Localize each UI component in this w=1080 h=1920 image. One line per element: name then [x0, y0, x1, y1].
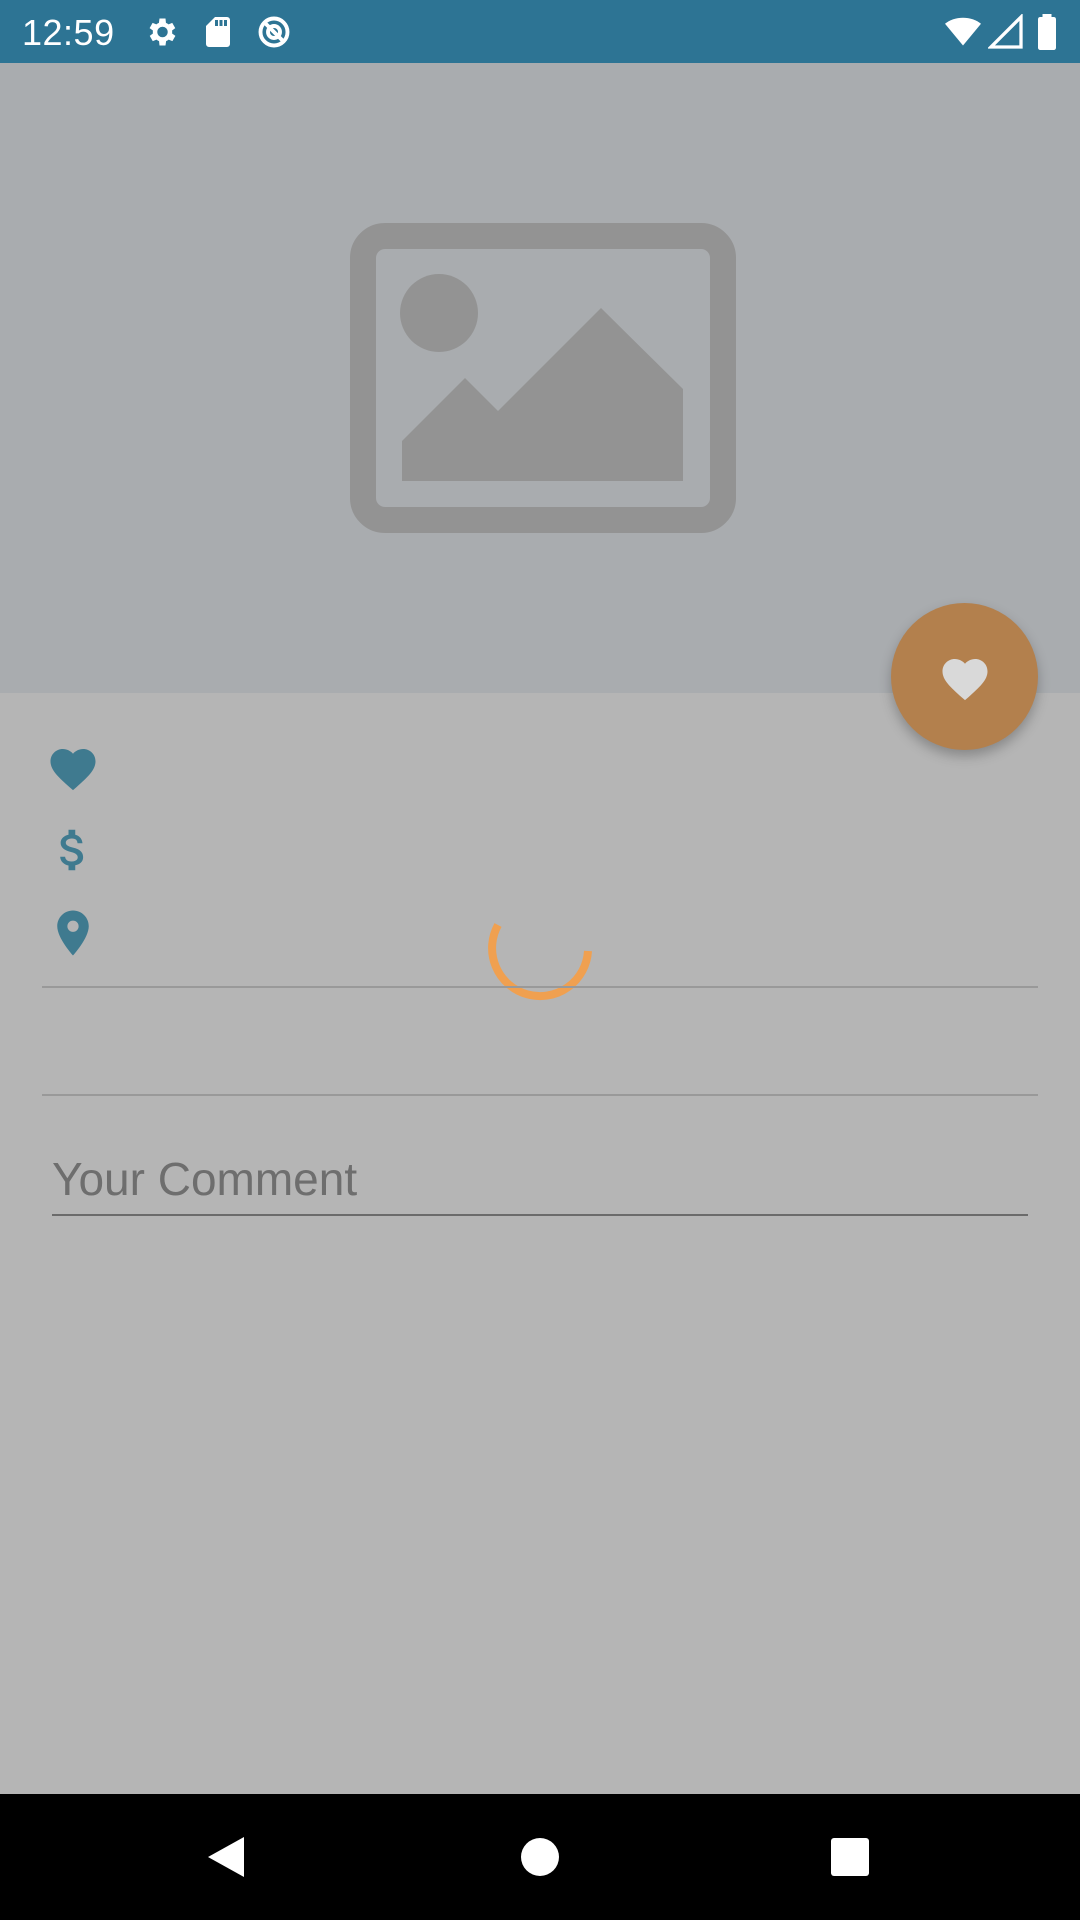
divider	[42, 986, 1038, 988]
navigation-bar	[0, 1794, 1080, 1920]
comment-input[interactable]: Your Comment	[52, 1140, 1028, 1216]
location-pin-icon	[57, 910, 89, 956]
battery-icon	[1038, 14, 1056, 50]
recents-icon[interactable]	[820, 1827, 880, 1887]
heart-icon	[942, 658, 987, 700]
comment-placeholder: Your Comment	[52, 1153, 358, 1205]
image-placeholder-icon	[350, 223, 736, 533]
back-icon[interactable]	[196, 1827, 256, 1887]
favorite-fab-button[interactable]	[891, 603, 1038, 750]
sd-card-icon	[206, 17, 230, 47]
dollar-icon	[60, 829, 84, 871]
data-saver-icon	[258, 16, 290, 48]
status-bar: 12:59	[0, 0, 1080, 63]
wifi-icon	[945, 17, 981, 46]
heart-icon	[50, 749, 96, 791]
divider	[42, 1094, 1038, 1096]
cell-signal-icon	[988, 14, 1023, 49]
hero-image	[0, 63, 1080, 693]
loading-spinner	[488, 923, 592, 1001]
home-icon[interactable]	[510, 1827, 570, 1887]
status-time: 12:59	[22, 12, 115, 53]
gear-icon	[149, 18, 176, 46]
